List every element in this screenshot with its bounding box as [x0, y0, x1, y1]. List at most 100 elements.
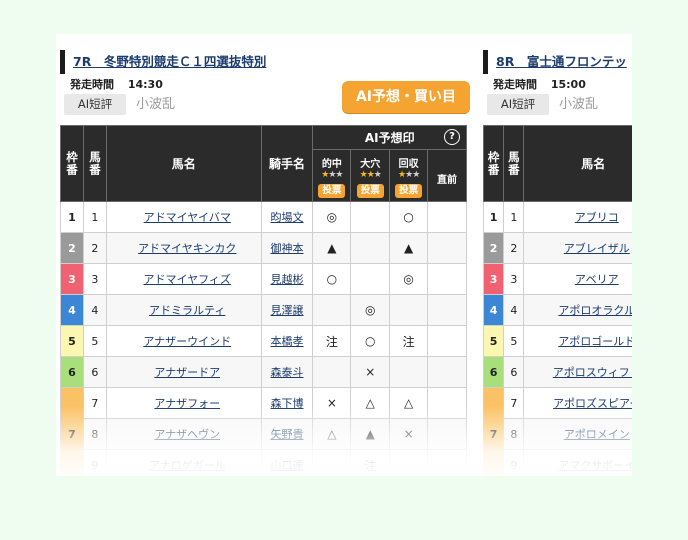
prediction-mark	[389, 294, 429, 326]
horse-name-cell: アドミラルティ	[105, 294, 262, 326]
ai-summary-value: 小波乱	[136, 97, 176, 112]
chokuzen-mark	[427, 294, 467, 326]
horse-name-link[interactable]: アドマイヤフィズ	[143, 273, 230, 286]
prediction-mark	[312, 449, 352, 476]
horse-name-link[interactable]: アナロゲガール	[149, 459, 226, 472]
horse-name-link[interactable]: アナザーウインド	[143, 335, 231, 348]
horse-name-cell: アポロメイン	[523, 418, 632, 450]
ai-mark-label: AI予想印	[364, 131, 415, 145]
waku-number: 3	[60, 263, 84, 295]
horse-number: 4	[82, 294, 107, 326]
uma-header: 馬番	[82, 125, 107, 202]
jockey-cell: 見澤譲	[260, 294, 314, 326]
jockey-name-link[interactable]: 山口達	[271, 459, 304, 472]
horse-name-link[interactable]: アベリア	[575, 273, 619, 286]
entries-table: 枠番 馬番 馬名 騎手名 AI予想印 ? 的中 ★★★ 投票 大穴 ★★★ 投票…	[60, 125, 467, 476]
horse-number: 2	[503, 232, 525, 264]
vote-button[interactable]: 投票	[356, 184, 384, 198]
jockey-name-link[interactable]: 本橋孝	[271, 335, 304, 348]
start-time-row: 発走時間 14:30	[70, 76, 163, 92]
horse-name-cell: アナザヘヴン	[105, 418, 262, 450]
jockey-name-link[interactable]: 見越彬	[271, 273, 304, 286]
prediction-mark: ◎	[389, 263, 429, 295]
table-row: 5 5 アポロゴールド	[482, 325, 632, 357]
race-title-link[interactable]: 7R 冬野特別競走Ｃ１四選抜特別	[60, 50, 266, 74]
horse-name-link[interactable]: アナザードア	[154, 366, 220, 379]
jockey-name-link[interactable]: 森下博	[271, 397, 304, 410]
horse-name-header: 馬名	[105, 125, 262, 202]
prediction-mark: 注	[312, 325, 352, 357]
horse-number: 9	[503, 449, 525, 476]
jockey-name-link[interactable]: 森泰斗	[271, 366, 304, 379]
prediction-mark: ▲	[350, 418, 391, 450]
chokuzen-mark	[427, 387, 467, 419]
prediction-mark	[389, 356, 429, 388]
horse-name-link[interactable]: アブリコ	[575, 211, 619, 224]
table-row: 3 3 アベリア	[482, 263, 632, 295]
horse-number: 7	[503, 387, 525, 419]
horse-name-link[interactable]: アポロメイン	[564, 428, 630, 441]
ai-mark-header: AI予想印 ?	[312, 125, 467, 150]
vote-button[interactable]: 投票	[318, 184, 346, 198]
horse-name-link[interactable]: アドマイヤキンカク	[138, 242, 236, 255]
jockey-name-link[interactable]: 見澤譲	[271, 304, 304, 317]
chokuzen-mark	[427, 418, 467, 450]
race-cards-area: 7R 冬野特別競走Ｃ１四選抜特別 発走時間 14:30 AI短評 小波乱 AI予…	[56, 34, 632, 476]
table-row: 4 4 アドミラルティ 見澤譲 ◎	[60, 294, 467, 326]
start-time-label: 発走時間	[493, 78, 537, 91]
jockey-cell: 御神本	[260, 232, 314, 264]
chokuzen-mark	[427, 325, 467, 357]
horse-name-link[interactable]: アドミラルティ	[149, 304, 225, 317]
rating-stars-icon: ★★★	[359, 170, 382, 180]
horse-name-link[interactable]: アマクサボーイ	[558, 459, 632, 472]
tekichu-column-header: 的中 ★★★ 投票	[312, 149, 352, 202]
jockey-name-link[interactable]: 矢野貴	[271, 428, 304, 441]
horse-name-cell: アナザーウインド	[105, 325, 262, 357]
horse-name-link[interactable]: アポロオラクル	[558, 304, 632, 317]
horse-name-link[interactable]: アドマイヤイバマ	[144, 211, 231, 224]
rating-stars-icon: ★★★	[398, 170, 420, 180]
horse-number: 6	[503, 356, 525, 388]
prediction-mark	[389, 449, 429, 476]
horse-name-cell: アポロスウィフト	[523, 356, 632, 388]
horse-number: 7	[82, 387, 107, 419]
prediction-mark	[312, 356, 352, 388]
horse-name-link[interactable]: アナザフォー	[154, 397, 220, 410]
race-title-link[interactable]: 8R 富士通フロンテッ	[483, 50, 627, 74]
table-row: 5 5 アナザーウインド 本橋孝注 ○ 注	[60, 325, 467, 357]
jockey-cell: 森泰斗	[260, 356, 314, 388]
waku-header: 枠番	[482, 125, 505, 202]
jockey-name-link[interactable]: 昀場文	[271, 211, 304, 224]
horse-number: 3	[82, 263, 107, 295]
waku-header: 枠番	[60, 125, 84, 202]
waku-number: 7	[60, 387, 84, 476]
horse-name-cell: アベリア	[523, 263, 632, 295]
prediction-mark	[312, 294, 352, 326]
prediction-mark: △	[389, 387, 429, 419]
table-row: 9 アマクサボーイ	[484, 449, 632, 476]
horse-name-link[interactable]: アポロスウィフト	[553, 366, 632, 379]
waku-number: 7	[482, 387, 505, 476]
jockey-cell: 山口達	[260, 449, 314, 476]
table-row: 2 2 アドマイヤキンカク 御神本 ▲ ▲	[60, 232, 467, 264]
ai-prediction-button[interactable]: AI予想・買い目	[342, 81, 470, 113]
horse-number: 1	[503, 201, 525, 233]
horse-number: 9	[82, 449, 107, 476]
horse-name-link[interactable]: アナザヘヴン	[154, 428, 220, 441]
prediction-mark: △	[312, 418, 352, 450]
prediction-mark	[350, 201, 391, 233]
prediction-mark: ▲	[312, 232, 352, 264]
vote-button[interactable]: 投票	[395, 184, 423, 198]
ai-summary-value: 小波乱	[559, 97, 599, 112]
table-row: 4 4 アポロオラクル	[482, 294, 632, 326]
horse-name-link[interactable]: アポロゴールド	[558, 335, 632, 348]
horse-name-cell: アドマイヤイバマ	[105, 201, 262, 233]
table-row: 1 1 アブリコ	[482, 201, 632, 233]
horse-name-link[interactable]: アポロズスピアー	[553, 397, 632, 410]
ai-summary-tag: AI短評	[487, 94, 549, 115]
jockey-name-link[interactable]: 御神本	[271, 242, 304, 255]
horse-name-link[interactable]: アブレイザル	[564, 242, 630, 255]
start-time-value: 14:30	[127, 78, 163, 91]
help-icon[interactable]: ?	[444, 129, 460, 145]
prediction-mark: ◎	[312, 201, 352, 233]
